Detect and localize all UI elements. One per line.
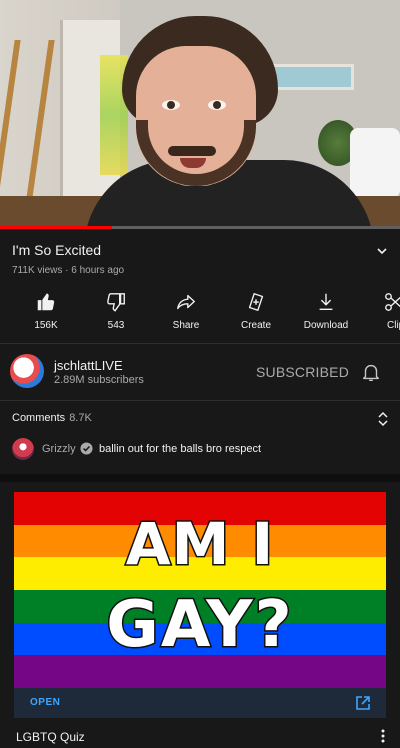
video-player[interactable] — [0, 0, 400, 228]
ad-headline-line1: AM I — [124, 509, 275, 580]
section-gap — [0, 474, 400, 482]
create-icon — [248, 293, 264, 311]
share-icon — [177, 294, 195, 310]
action-bar: 156K 543 Share Create Download Clip — [0, 288, 400, 338]
ad-title: LGBTQ Quiz — [16, 730, 85, 744]
comments-header: Comments 8.7K — [12, 412, 92, 424]
download-icon — [319, 293, 333, 311]
ad-image[interactable]: AM I GAY? — [14, 492, 386, 688]
external-link-icon[interactable] — [354, 694, 372, 712]
download-label: Download — [303, 320, 349, 331]
like-icon — [37, 293, 55, 311]
video-progress-bar[interactable] — [0, 226, 400, 229]
like-count: 156K — [34, 320, 58, 331]
channel-row[interactable]: jschlattLIVE 2.89M subscribers SUBSCRIBE… — [0, 346, 400, 398]
dislike-button[interactable]: 543 — [81, 288, 151, 331]
verified-check-icon — [80, 442, 93, 455]
comment-text: ballin out for the balls bro respect — [99, 443, 262, 455]
like-button[interactable]: 156K — [11, 288, 81, 331]
comments-count: 8.7K — [69, 412, 92, 424]
ad-card[interactable]: AM I GAY? OPEN — [14, 492, 386, 720]
channel-name[interactable]: jschlattLIVE — [54, 358, 123, 373]
ad-cta-bar[interactable]: OPEN — [14, 688, 386, 718]
subscribed-button[interactable]: SUBSCRIBED — [256, 364, 349, 380]
commenter-name: Grizzly — [42, 443, 76, 455]
video-title: I'm So Excited — [12, 242, 102, 258]
divider — [0, 343, 400, 344]
commenter-avatar — [12, 438, 34, 460]
dislike-icon — [107, 293, 125, 312]
share-label: Share — [172, 320, 200, 331]
person-eye-left — [162, 100, 180, 110]
clip-button[interactable]: Clip — [361, 288, 400, 331]
open-button[interactable]: OPEN — [30, 697, 60, 708]
clip-icon — [385, 293, 400, 311]
video-background-chair — [350, 128, 400, 198]
channel-subscriber-count: 2.89M subscribers — [54, 374, 144, 386]
share-button[interactable]: Share — [151, 288, 221, 331]
create-label: Create — [240, 320, 271, 331]
bell-icon[interactable] — [360, 361, 382, 383]
more-options-icon[interactable] — [378, 728, 388, 744]
comments-section[interactable]: Comments 8.7K Grizzly ballin out for the … — [0, 402, 400, 472]
person-eye-right — [208, 100, 226, 110]
chevron-down-icon[interactable] — [374, 243, 390, 259]
clip-label: Clip — [387, 320, 400, 331]
comments-label: Comments — [12, 412, 66, 424]
ad-headline-line2: GAY? — [105, 587, 294, 664]
download-button[interactable]: Download — [291, 288, 361, 331]
person-mustache — [168, 146, 216, 156]
video-progress-fill — [0, 226, 112, 229]
video-meta: 711K views · 6 hours ago — [12, 265, 125, 276]
divider — [0, 400, 400, 401]
channel-avatar[interactable] — [10, 354, 44, 388]
dislike-count: 543 — [107, 320, 125, 331]
expand-collapse-icon[interactable] — [374, 410, 392, 428]
create-button[interactable]: Create — [221, 288, 291, 331]
